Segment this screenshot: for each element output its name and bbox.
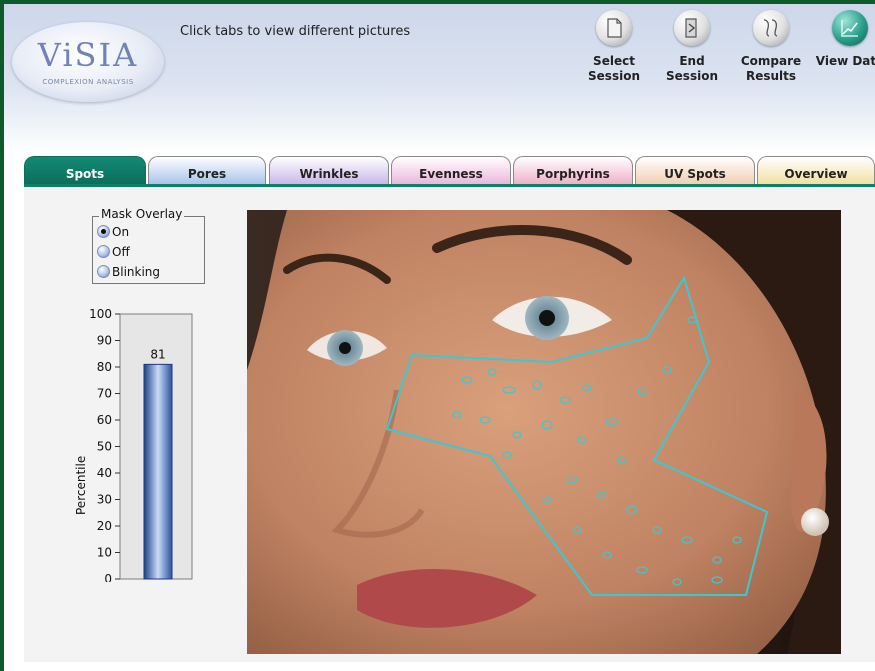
y-tick-label: 30 — [97, 493, 112, 507]
face-photo — [247, 210, 841, 654]
mask-overlay-title: Mask Overlay — [99, 207, 185, 221]
tab-pores[interactable]: Pores — [148, 156, 266, 184]
view-data-label: View Data — [815, 54, 875, 68]
bar-spots — [143, 363, 173, 580]
face — [247, 210, 826, 654]
radio-blinking[interactable]: Blinking — [97, 265, 160, 281]
compare-results-button[interactable]: Compare Results — [733, 10, 809, 84]
header: ViSIA COMPLEXION ANALYSIS Click tabs to … — [4, 4, 875, 152]
tab-wrinkles[interactable]: Wrinkles — [269, 156, 389, 184]
radio-on-label: On — [112, 225, 130, 239]
end-session-label: End Session — [666, 54, 718, 83]
radio-on[interactable]: On — [97, 225, 129, 241]
radio-off[interactable]: Off — [97, 245, 130, 261]
y-axis-label: Percentile — [74, 455, 88, 515]
tab-bar: Spots Pores Wrinkles Evenness Porphyrins… — [24, 156, 875, 186]
tab-uv-spots[interactable]: UV Spots — [635, 156, 755, 184]
tab-spots[interactable]: Spots — [24, 156, 146, 184]
radio-off-label: Off — [112, 245, 130, 259]
y-tick-label: 80 — [97, 360, 112, 374]
compare-results-label: Compare Results — [740, 54, 802, 83]
y-tick-label: 20 — [97, 519, 112, 533]
y-tick-label: 60 — [97, 413, 112, 427]
document-icon — [596, 10, 632, 46]
app-window: ViSIA COMPLEXION ANALYSIS Click tabs to … — [4, 4, 875, 671]
y-tick-label: 90 — [97, 334, 112, 348]
exit-door-icon — [674, 10, 710, 46]
percentile-chart: 010203040506070809010081Spots — [89, 307, 193, 582]
right-pupil — [539, 310, 555, 326]
radio-blinking-indicator[interactable] — [97, 265, 110, 278]
visia-logo: ViSIA COMPLEXION ANALYSIS — [12, 22, 164, 102]
logo-text: ViSIA — [37, 36, 139, 74]
y-tick-label: 10 — [97, 546, 112, 560]
tab-evenness[interactable]: Evenness — [391, 156, 511, 184]
y-tick-label: 70 — [97, 387, 112, 401]
tab-porphyrins[interactable]: Porphyrins — [513, 156, 633, 184]
instruction-text: Click tabs to view different pictures — [180, 24, 411, 39]
select-session-button[interactable]: Select Session — [576, 10, 652, 84]
radio-off-indicator[interactable] — [97, 245, 110, 258]
end-session-button[interactable]: End Session — [654, 10, 730, 84]
radio-blinking-label: Blinking — [112, 265, 161, 279]
select-session-label: Select Session — [588, 54, 640, 83]
tab-overview[interactable]: Overview — [757, 156, 875, 184]
graph-icon — [832, 10, 868, 46]
pearl-earring-icon — [801, 508, 829, 536]
compare-faces-icon — [753, 10, 789, 46]
y-tick-label: 100 — [89, 307, 112, 321]
y-tick-label: 50 — [97, 440, 112, 454]
y-tick-label: 40 — [97, 466, 112, 480]
bar-value-label: 81 — [150, 347, 165, 361]
logo-subtitle: COMPLEXION ANALYSIS — [42, 78, 134, 86]
y-tick-label: 0 — [104, 572, 112, 582]
mask-overlay-group: Mask Overlay On Off Blinking — [92, 207, 205, 284]
view-data-button[interactable]: View Data — [812, 10, 875, 69]
content-panel: Mask Overlay On Off Blinking 0 10 20 30 40 50… — [24, 184, 875, 662]
radio-on-indicator[interactable] — [97, 225, 110, 238]
left-pupil — [339, 342, 351, 354]
